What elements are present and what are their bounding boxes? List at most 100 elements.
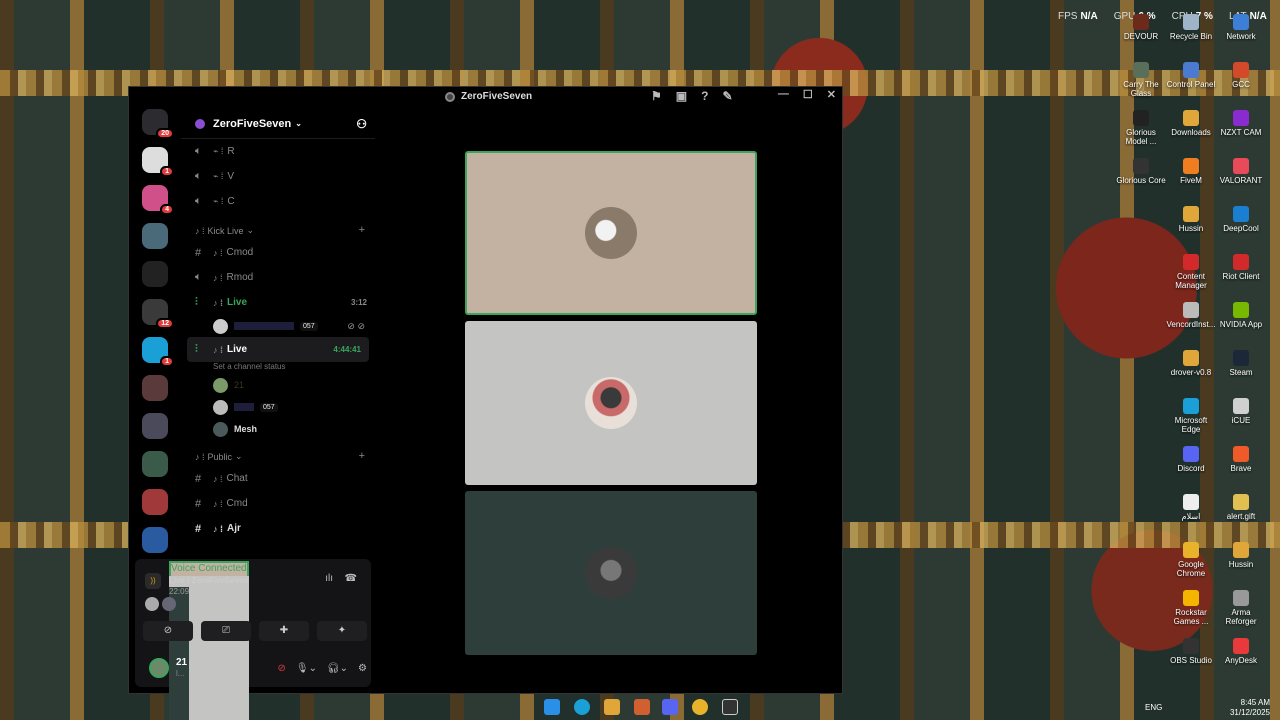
desktop-icon[interactable]: Riot Client — [1216, 254, 1266, 281]
voice-user[interactable]: Mesh — [181, 418, 375, 440]
file-explorer-icon[interactable] — [604, 699, 620, 715]
server-icon[interactable]: 1 — [142, 147, 174, 177]
windows-start-icon[interactable] — [544, 699, 560, 715]
desktop-icon[interactable]: DEVOUR — [1116, 14, 1166, 41]
category-public[interactable]: ♪ ⁞ Public ⌄ + — [181, 440, 375, 466]
channel-rmod[interactable]: 🔈︎ ♪ ⁞ Rmod — [181, 265, 375, 290]
disconnect-icon[interactable]: ☎ — [345, 573, 357, 584]
user-name[interactable]: 21 l... — [176, 657, 187, 679]
soundboard-button[interactable]: ✦ — [317, 621, 367, 641]
clock[interactable]: 8:45 AM 31/12/2025 — [1230, 698, 1270, 718]
desktop-icon[interactable]: Microsoft Edge — [1166, 398, 1216, 434]
server-icon[interactable] — [142, 489, 168, 515]
desktop-icon[interactable]: Carry The Glass — [1116, 62, 1166, 98]
desktop-icon[interactable]: FiveM — [1166, 158, 1216, 185]
activities-button[interactable]: ✚ — [259, 621, 309, 641]
channel-r[interactable]: 🔈︎ ⌁ ⁞ R — [181, 139, 375, 164]
bug-icon[interactable]: ✎ — [722, 89, 732, 103]
desktop-icon[interactable]: Google Chrome — [1166, 542, 1216, 578]
discord-icon[interactable] — [662, 699, 678, 715]
voice-user[interactable]: 057 ⊘ ⊘ — [181, 315, 375, 337]
desktop-icon[interactable]: Arma Reforger — [1216, 590, 1266, 626]
headphones-icon[interactable]: 🎧︎⌄ — [327, 663, 348, 674]
server-header[interactable]: ZeroFiveSeven ⌄ ⚇ — [181, 109, 375, 139]
help-icon[interactable]: ? — [701, 89, 708, 103]
voice-user[interactable]: 057 — [181, 396, 375, 418]
desktop-icon[interactable]: Network — [1216, 14, 1266, 41]
maximize-button[interactable]: ☐ — [803, 88, 813, 101]
app-icon[interactable] — [634, 699, 650, 715]
channel-live-2[interactable]: ⫶ ♪ ⁞ Live 4:44:41 — [187, 337, 369, 362]
channel-live-1[interactable]: ⫶ ♪ ⁞ Live 3:12 — [181, 290, 375, 315]
desktop-icon[interactable]: Recycle Bin — [1166, 14, 1216, 41]
desktop-icon[interactable]: drover-v0.8 — [1166, 350, 1216, 377]
avatar[interactable] — [149, 658, 169, 678]
desktop-icon[interactable]: Glorious Core — [1116, 158, 1166, 185]
server-icon[interactable]: 4 — [142, 185, 174, 215]
desktop-icon[interactable]: Brave — [1216, 446, 1266, 473]
category-kick-live[interactable]: ♪ ⁞ Kick Live ⌄ + — [181, 214, 375, 240]
title-bar[interactable]: ZeroFiveSeven ⚑ ▣ ? ✎ — ☐ ✕ — [129, 87, 842, 107]
desktop-icon[interactable]: OBS Studio — [1166, 638, 1216, 665]
desktop-icon[interactable]: Discord — [1166, 446, 1216, 473]
desktop-icon[interactable]: Control Panel — [1166, 62, 1216, 89]
channel-ajr[interactable]: # ♪ ⁞ Ajr — [181, 516, 375, 541]
participant-tile[interactable] — [465, 321, 757, 485]
chrome-icon[interactable] — [692, 699, 708, 715]
desktop-icon[interactable]: Steam — [1216, 350, 1266, 377]
channel-cmod[interactable]: # ♪ ⁞ Cmod — [181, 240, 375, 265]
participant-tile[interactable] — [465, 151, 757, 315]
server-icon[interactable]: 12 — [142, 299, 174, 329]
desktop-icon[interactable]: اسلام — [1166, 494, 1216, 521]
add-user-icon[interactable]: ⚇ — [356, 117, 367, 131]
desktop-icon[interactable]: VencordInst... — [1166, 302, 1216, 329]
channel-cmd[interactable]: # ♪ ⁞ Cmd — [181, 491, 375, 516]
microphone-icon[interactable]: 🎙︎⌄ — [296, 663, 317, 674]
signal-icon[interactable]: )) — [145, 573, 161, 589]
noise-suppression-icon[interactable]: ılı — [325, 573, 333, 584]
server-icon[interactable]: 1 — [142, 337, 174, 367]
desktop-icon[interactable]: NZXT CAM — [1216, 110, 1266, 137]
desktop-icon[interactable]: Hussin — [1216, 542, 1266, 569]
desktop-icon[interactable]: iCUE — [1216, 398, 1266, 425]
server-icon[interactable] — [142, 451, 168, 477]
server-icon[interactable] — [142, 261, 168, 287]
server-icon[interactable] — [142, 375, 168, 401]
server-icon[interactable] — [142, 223, 168, 249]
app-icon[interactable] — [722, 699, 738, 715]
desktop-icon[interactable]: NVIDIA App — [1216, 302, 1266, 329]
desktop-icon[interactable]: AnyDesk — [1216, 638, 1266, 665]
voice-user[interactable]: 21 — [181, 374, 375, 396]
direct-messages-button[interactable]: 20 — [142, 109, 174, 139]
edge-icon[interactable] — [574, 699, 590, 715]
chevron-down-icon: ⌄ — [295, 119, 302, 128]
camera-button[interactable]: ⊘ — [143, 621, 193, 641]
add-channel-icon[interactable]: + — [359, 450, 365, 462]
screen-share-button[interactable]: ⎚ — [201, 621, 251, 641]
hash-icon: # — [195, 472, 202, 485]
desktop-icon[interactable]: Downloads — [1166, 110, 1216, 137]
channel-c[interactable]: 🔈︎ ⌁ ⁞ C — [181, 189, 375, 214]
desktop-icon[interactable]: GCC — [1216, 62, 1266, 89]
flag-icon[interactable]: ⚑ — [651, 89, 662, 103]
desktop-icon[interactable]: Hussin — [1166, 206, 1216, 233]
settings-icon[interactable]: ⚙ — [358, 663, 367, 674]
server-icon[interactable] — [142, 413, 168, 439]
close-button[interactable]: ✕ — [827, 88, 836, 101]
language-indicator[interactable]: ENG — [1145, 703, 1162, 712]
desktop-icon[interactable]: DeepCool — [1216, 206, 1266, 233]
desktop-icon[interactable]: Glorious Model ... — [1116, 110, 1166, 146]
desktop-icon[interactable]: Content Manager — [1166, 254, 1216, 290]
minimize-button[interactable]: — — [778, 88, 789, 101]
server-icon[interactable] — [142, 527, 168, 553]
desktop-icon[interactable]: Rockstar Games ... — [1166, 590, 1216, 626]
desktop-icon[interactable]: VALORANT — [1216, 158, 1266, 185]
participant-tile[interactable] — [465, 491, 757, 655]
inbox-icon[interactable]: ▣ — [676, 89, 687, 103]
channel-status[interactable]: Set a channel status — [181, 362, 375, 374]
channel-chat[interactable]: # ♪ ⁞ Chat — [181, 466, 375, 491]
add-channel-icon[interactable]: + — [359, 224, 365, 236]
desktop-icon[interactable]: alert.gift — [1216, 494, 1266, 521]
stream-off-icon[interactable]: ⊘ — [277, 663, 285, 674]
channel-v[interactable]: 🔈︎ ⌁ ⁞ V — [181, 164, 375, 189]
